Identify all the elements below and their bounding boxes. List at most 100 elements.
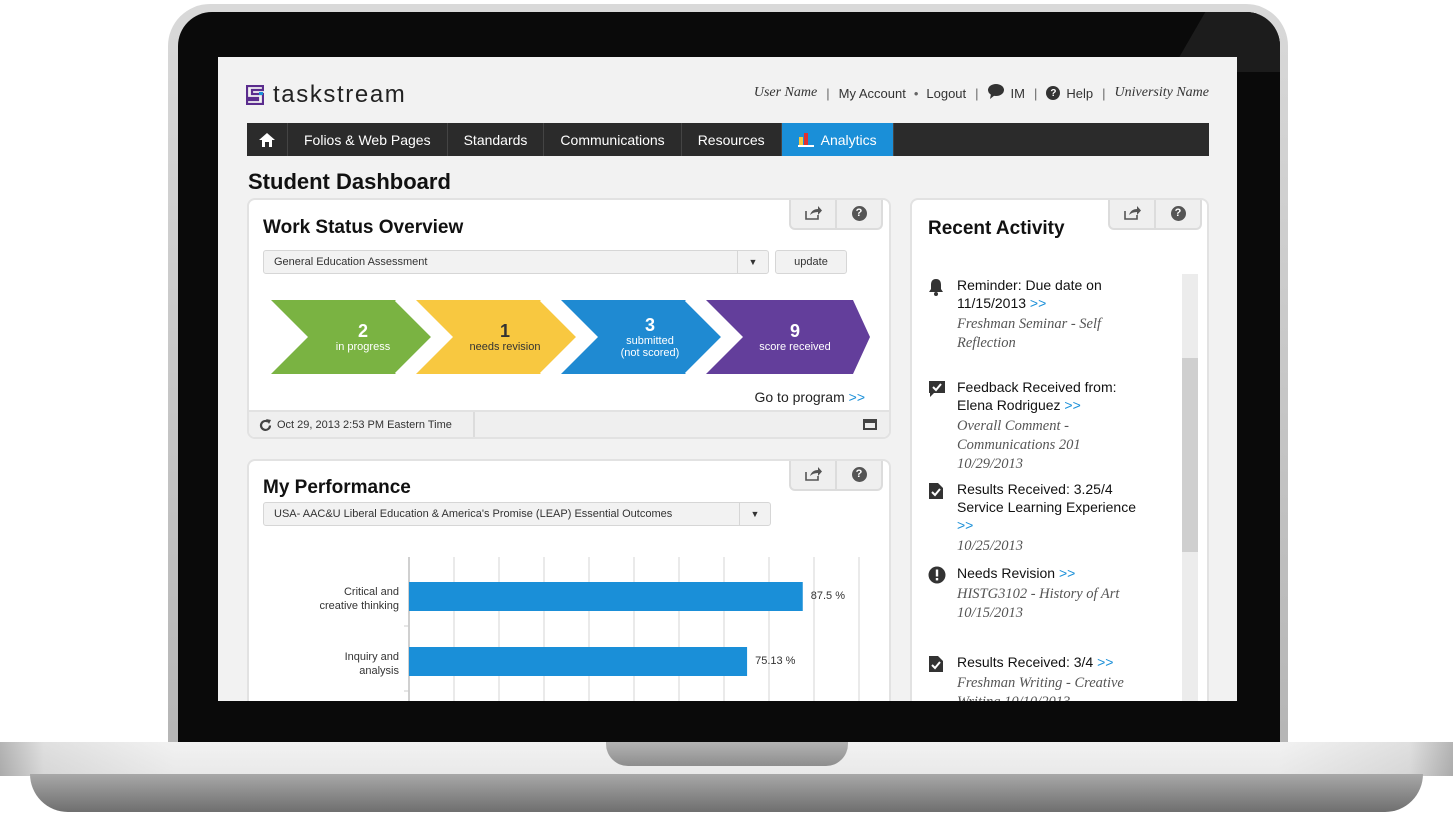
timestamp: Oct 29, 2013 2:53 PM Eastern Time [277,419,452,431]
activity-sub: HISTG3102 - History of Art 10/15/2013 [957,586,1120,621]
activity-head: Results Received: 3.25/4 Service Learnin… [957,481,1136,515]
activity-head: Needs Revision [957,565,1056,581]
activity-sub: 10/25/2013 [957,538,1024,554]
help-icon[interactable]: ? [1046,86,1061,100]
stage-label: in progress [335,340,391,353]
stage-count: 2 [357,320,368,341]
user-name-link[interactable]: User Name [754,85,817,101]
nav-resources[interactable]: Resources [682,123,782,156]
stage-label: submitted (not scored) [620,334,680,359]
value-label: 87.5 % [810,590,845,602]
stage-label: needs revision [469,340,541,353]
nav-folios[interactable]: Folios & Web Pages [288,123,448,156]
stage-in-progress[interactable]: 2 in progress [293,300,433,374]
separator: | [975,85,979,101]
brand-name: taskstream [273,81,407,108]
refresh-icon[interactable] [259,418,272,432]
document-check-icon [928,655,946,673]
activity-item[interactable]: Results Received: 3/4 >> Freshman Writin… [928,653,1148,701]
activity-head: Feedback Received from: Elena Rodriguez [957,379,1117,413]
activity-item[interactable]: Reminder: Due date on 11/15/2013 >> Fres… [928,276,1148,353]
nav-analytics[interactable]: Analytics [781,123,894,156]
nav-standards[interactable]: Standards [448,123,545,156]
chat-icon[interactable] [987,84,1005,102]
stage-count: 1 [499,320,510,341]
nav-analytics-label: Analytics [820,131,877,148]
activity-item[interactable]: Results Received: 3.25/4 Service Learnin… [928,480,1148,556]
dot-separator: • [913,85,919,101]
activity-sub: Freshman Seminar - Self Reflection [957,316,1102,351]
chart-bar[interactable] [409,647,748,676]
scrollbar-thumb[interactable] [1182,358,1198,552]
window-icon[interactable] [863,419,877,430]
bell-icon [928,278,946,296]
share-icon [804,206,822,220]
stage-needs-revision[interactable]: 1 needs revision [434,300,576,374]
laptop-notch [606,742,848,766]
main-nav: Folios & Web Pages Standards Communicati… [247,123,1209,156]
help-button[interactable]: ? [837,200,883,230]
stage-count: 9 [789,320,800,341]
help-link[interactable]: Help [1066,86,1093,101]
analytics-bar-icon [797,132,814,147]
category-label: Critical and creative thinking [319,586,400,612]
activity-arrows[interactable]: >> [1097,654,1113,670]
question-icon: ? [1170,205,1186,221]
help-button[interactable]: ? [1156,200,1202,230]
panel-actions: ? [789,200,883,230]
taskstream-logo[interactable]: taskstream [245,81,407,109]
activity-sub: Freshman Writing - Creative Writing 10/1… [957,675,1124,701]
chevron-down-icon: ▼ [737,251,768,273]
recent-activity-title: Recent Activity [928,218,1065,239]
separator: | [1033,85,1038,101]
stage-count: 3 [644,314,655,335]
my-account-link[interactable]: My Account [839,86,906,101]
category-label: Inquiry and analysis [344,651,399,677]
home-icon [259,132,275,147]
logo-mark-icon [245,84,265,106]
share-button[interactable] [1108,200,1156,230]
feedback-check-icon [928,380,946,398]
activity-sub: Overall Comment - Communications 201 10/… [957,418,1081,472]
go-to-program-arrows: >> [848,389,865,405]
program-select[interactable]: General Education Assessment ▼ [263,250,769,274]
recent-activity-panel: Recent Activity ? Reminder: Due date on … [910,198,1209,701]
page-title: Student Dashboard [248,169,451,194]
stage-label: score received [759,340,831,353]
activity-item[interactable]: Feedback Received from: Elena Rodriguez … [928,378,1148,474]
update-button[interactable]: update [775,250,847,274]
go-to-program-link[interactable]: Go to program >> [754,389,865,405]
question-icon: ? [851,205,867,221]
status-bar: Oct 29, 2013 2:53 PM Eastern Time [249,410,889,437]
stage-score-received[interactable]: 9 score received [723,300,867,374]
separator: | [1102,85,1106,101]
activity-head: Results Received: 3/4 [957,654,1094,670]
activity-arrows[interactable]: >> [1030,295,1046,311]
chart-bar[interactable] [409,582,803,611]
work-status-title: Work Status Overview [263,217,464,238]
activity-arrows[interactable]: >> [957,517,973,533]
exclamation-icon [928,566,946,584]
program-select-value: General Education Assessment [274,256,428,268]
university-name: University Name [1114,85,1209,100]
screen: taskstream User Name | My Account • Logo… [218,57,1237,701]
share-button[interactable] [789,200,837,230]
document-check-icon [928,482,946,500]
activity-item[interactable]: Needs Revision >> HISTG3102 - History of… [928,564,1148,623]
value-label: 75.13 % [755,655,796,667]
last-updated: Oct 29, 2013 2:53 PM Eastern Time [249,412,475,437]
performance-panel: My Performance ? USA- AAC&U Liberal Educ… [247,459,891,701]
stage-submitted[interactable]: 3 submitted (not scored) [579,300,721,374]
panel-actions: ? [1108,200,1202,230]
nav-home[interactable] [247,123,288,156]
activity-arrows[interactable]: >> [1059,565,1075,581]
logout-link[interactable]: Logout [926,86,966,101]
separator: | [826,85,830,101]
activity-arrows[interactable]: >> [1064,397,1080,413]
utility-bar: User Name | My Account • Logout | IM | ?… [754,84,1209,102]
im-link[interactable]: IM [1011,86,1025,101]
laptop-base-bottom [30,774,1423,812]
nav-communications[interactable]: Communications [544,123,682,156]
share-icon [1123,206,1141,220]
go-to-program-text: Go to program [754,389,845,405]
